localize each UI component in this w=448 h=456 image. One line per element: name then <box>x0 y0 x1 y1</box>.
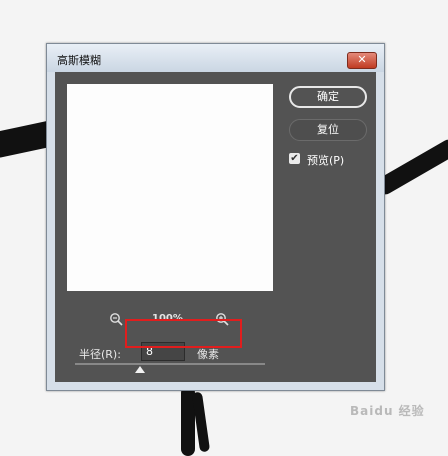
reset-button[interactable]: 复位 <box>289 119 367 141</box>
radius-highlight-box <box>125 319 242 348</box>
dialog-title: 高斯模糊 <box>57 54 101 67</box>
preview-checkbox[interactable]: ✔ <box>289 153 300 164</box>
title-bar[interactable]: 高斯模糊 ✕ <box>47 44 384 72</box>
radius-label: 半径(R): <box>79 348 121 361</box>
radius-unit-label: 像素 <box>197 348 219 361</box>
zoom-out-icon[interactable] <box>109 312 123 326</box>
watermark: Baidu 经验 <box>350 404 425 418</box>
radius-slider-track[interactable] <box>75 363 265 365</box>
ok-button[interactable]: 确定 <box>289 86 367 108</box>
preview-area[interactable] <box>67 84 273 291</box>
close-button[interactable]: ✕ <box>347 52 377 69</box>
close-icon: ✕ <box>357 53 367 66</box>
gaussian-blur-dialog: 高斯模糊 ✕ 确定 复位 ✔ 预览(P) 100% 半径(R): 8 像素 <box>46 43 385 391</box>
radius-slider-thumb[interactable] <box>134 366 145 373</box>
preview-label: 预览(P) <box>307 154 345 167</box>
